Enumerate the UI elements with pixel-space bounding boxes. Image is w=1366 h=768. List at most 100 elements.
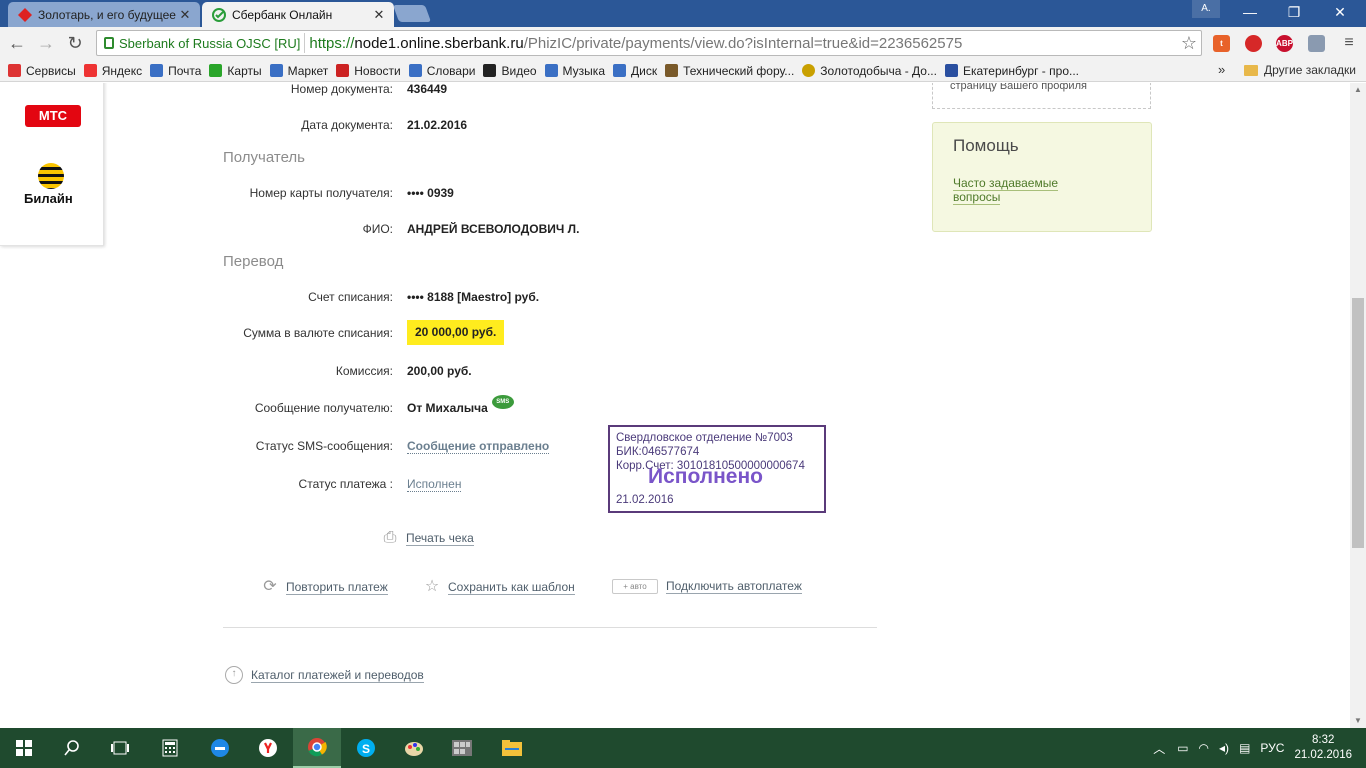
profile-button[interactable]: A. bbox=[1192, 0, 1220, 18]
save-template-button[interactable]: ☆ Сохранить как шаблон bbox=[424, 579, 575, 595]
payments-catalog-label: Каталог платежей и переводов bbox=[251, 667, 424, 683]
recipient-name-row: ФИО: АНДРЕЙ ВСЕВОЛОДОВИЧ Л. bbox=[150, 222, 850, 242]
sms-status-label: Статус SMS-сообщения: bbox=[255, 439, 393, 453]
bookmark-label: Золотодобыча - До... bbox=[820, 63, 937, 78]
battery-icon[interactable]: ▭ bbox=[1177, 741, 1188, 755]
clock[interactable]: 8:32 21.02.2016 bbox=[1294, 733, 1352, 763]
fee-value: 200,00 руб. bbox=[407, 364, 472, 378]
message-row: Сообщение получателю: От Михалыча SMS bbox=[150, 395, 850, 421]
autopay-label: Подключить автоплатеж bbox=[666, 579, 802, 594]
app-grid-icon[interactable] bbox=[438, 728, 486, 768]
close-tab-icon[interactable]: ✕ bbox=[178, 7, 192, 23]
file-explorer-icon[interactable] bbox=[488, 728, 536, 768]
minimize-button[interactable]: — bbox=[1230, 0, 1270, 24]
repeat-payment-button[interactable]: ⟳ Повторить платеж bbox=[262, 579, 388, 595]
tray-overflow-icon[interactable]: ︿ bbox=[1153, 740, 1165, 757]
mts-logo[interactable]: МТС bbox=[25, 105, 81, 127]
other-bookmarks[interactable]: Другие закладки bbox=[1244, 63, 1356, 77]
tab-zolotar[interactable]: Золотарь, и его будущее ✕ bbox=[8, 2, 200, 27]
recipient-section-title: Получатель bbox=[223, 149, 305, 166]
language-indicator[interactable]: РУС bbox=[1260, 741, 1284, 755]
search-icon[interactable] bbox=[48, 728, 96, 768]
reload-icon[interactable]: ↻ bbox=[64, 32, 86, 54]
scroll-down-icon[interactable]: ▼ bbox=[1350, 714, 1366, 728]
bookmark-star-icon[interactable]: ☆ bbox=[1181, 33, 1197, 54]
svg-text:S: S bbox=[362, 742, 370, 756]
chrome-menu-icon[interactable]: ≡ bbox=[1338, 32, 1360, 54]
address-bar[interactable]: Sberbank of Russia OJSC [RU] https://nod… bbox=[96, 30, 1202, 56]
news-icon bbox=[336, 64, 350, 77]
bookmark-tech-forum[interactable]: Технический фору... bbox=[665, 64, 794, 78]
yandex-browser-icon[interactable] bbox=[244, 728, 292, 768]
bookmark-video[interactable]: Видео bbox=[483, 64, 537, 78]
yandex-icon bbox=[83, 64, 97, 77]
payments-catalog-link[interactable]: ↑ Каталог платежей и переводов bbox=[225, 666, 424, 684]
bookmark-label: Почта bbox=[168, 63, 202, 78]
bookmark-market[interactable]: Маркет bbox=[269, 64, 328, 78]
bookmark-yandex[interactable]: Яндекс bbox=[83, 64, 142, 78]
up-arrow-icon: ↑ bbox=[225, 666, 243, 684]
notifications-icon[interactable]: ▤ bbox=[1239, 741, 1250, 755]
bookmark-label: Екатеринбург - про... bbox=[962, 63, 1079, 78]
windows-taskbar: S ︿ ▭ ◠ ◂) ▤ РУС 8:32 21.02.2016 bbox=[0, 728, 1366, 768]
video-icon bbox=[483, 64, 497, 77]
shield-ext-icon[interactable] bbox=[1245, 35, 1262, 52]
bookmark-music[interactable]: Музыка bbox=[544, 64, 605, 78]
bookmark-dictionaries[interactable]: Словари bbox=[408, 64, 475, 78]
close-tab-icon[interactable]: ✕ bbox=[372, 7, 386, 23]
bookmark-label: Технический фору... bbox=[683, 63, 795, 78]
forward-icon[interactable]: → bbox=[35, 32, 57, 54]
document-date-row: Дата документа: 21.02.2016 bbox=[150, 118, 850, 138]
chrome-icon[interactable] bbox=[293, 728, 341, 768]
faq-link-label: Часто задаваемые вопросы bbox=[953, 176, 1059, 205]
vertical-scrollbar[interactable]: ▲ ▼ bbox=[1350, 83, 1366, 728]
autopay-button[interactable]: + авто Подключить автоплатеж bbox=[612, 579, 802, 594]
bookmark-disk[interactable]: Диск bbox=[613, 64, 657, 78]
volume-icon[interactable]: ◂) bbox=[1219, 741, 1229, 755]
bookmark-news[interactable]: Новости bbox=[336, 64, 401, 78]
stamp-date: 21.02.2016 bbox=[616, 494, 674, 506]
bookmark-maps[interactable]: Карты bbox=[209, 64, 262, 78]
scrollbar-thumb[interactable] bbox=[1352, 298, 1364, 548]
edge-icon[interactable] bbox=[196, 728, 244, 768]
scroll-up-icon[interactable]: ▲ bbox=[1350, 83, 1366, 97]
document-number-value: 436449 bbox=[407, 83, 448, 96]
windows-start-icon[interactable] bbox=[0, 728, 48, 768]
bookmark-gold-mining[interactable]: Золотодобыча - До... bbox=[802, 64, 937, 78]
stamp-status: Исполнено bbox=[648, 465, 763, 488]
mail-ext-icon[interactable] bbox=[1308, 35, 1325, 52]
bookmark-services[interactable]: Сервисы bbox=[8, 64, 76, 78]
adblock-icon[interactable]: ABP bbox=[1276, 35, 1293, 52]
t-ext-icon[interactable]: t bbox=[1213, 35, 1230, 52]
auto-badge: + авто bbox=[612, 579, 658, 594]
task-view-icon[interactable] bbox=[96, 728, 144, 768]
new-tab-button[interactable] bbox=[392, 5, 432, 22]
bookmark-ekaterinburg[interactable]: Екатеринбург - про... bbox=[944, 63, 1079, 78]
faq-link[interactable]: Часто задаваемые вопросы bbox=[953, 176, 1083, 205]
beeline-logo-icon[interactable] bbox=[38, 163, 64, 189]
payment-status-value[interactable]: Исполнен bbox=[407, 477, 462, 492]
paint-icon[interactable] bbox=[390, 728, 438, 768]
fee-row: Комиссия: 200,00 руб. bbox=[150, 364, 850, 384]
url-text[interactable]: https://node1.online.sberbank.ru/PhizIC/… bbox=[305, 35, 962, 52]
folder-icon bbox=[1244, 64, 1258, 76]
calculator-icon[interactable] bbox=[146, 728, 194, 768]
tab-sberbank[interactable]: Сбербанк Онлайн ✕ bbox=[202, 2, 394, 27]
gold-icon bbox=[802, 64, 816, 77]
ev-certificate-badge[interactable]: Sberbank of Russia OJSC [RU] bbox=[100, 33, 306, 53]
back-icon[interactable]: ← bbox=[6, 32, 28, 54]
print-receipt-button[interactable]: ⎙ Печать чека bbox=[382, 530, 474, 546]
amount-value: 20 000,00 руб. bbox=[407, 320, 505, 345]
sms-status-value[interactable]: Сообщение отправлено bbox=[407, 439, 550, 454]
wifi-icon[interactable]: ◠ bbox=[1199, 741, 1209, 755]
bookmarks-bar: Сервисы Яндекс Почта Карты Маркет Новост… bbox=[0, 60, 1366, 82]
restore-button[interactable]: ❐ bbox=[1274, 0, 1314, 24]
bookmarks-more-button[interactable]: » bbox=[1218, 62, 1225, 77]
bookmark-mail[interactable]: Почта bbox=[150, 64, 201, 78]
sms-icon: SMS bbox=[491, 395, 514, 409]
close-window-button[interactable]: ✕ bbox=[1320, 0, 1360, 24]
tab-title: Сбербанк Онлайн bbox=[232, 7, 333, 22]
save-template-label: Сохранить как шаблон bbox=[448, 579, 575, 595]
lock-icon bbox=[104, 37, 114, 49]
skype-icon[interactable]: S bbox=[342, 728, 390, 768]
